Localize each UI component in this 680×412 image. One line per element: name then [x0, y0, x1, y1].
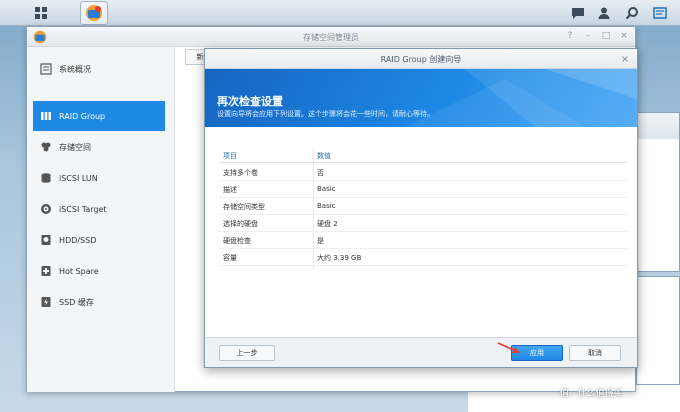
widgets-button[interactable] [650, 3, 670, 23]
row-item: 容量 [223, 254, 237, 262]
cancel-button[interactable]: 取消 [569, 345, 621, 361]
table-row: 描述 Basic [219, 181, 627, 198]
widgets-icon [653, 7, 667, 19]
minimize-icon[interactable]: – [583, 31, 593, 41]
close-icon[interactable]: × [619, 53, 631, 65]
table-row: 选择的硬盘 硬盘 2 [219, 215, 627, 232]
dialog-heading: 再次检查设置 [217, 95, 283, 108]
table-row: 支持多个卷 否 [219, 164, 627, 181]
sidebar-item-hot-spare[interactable]: Hot Spare [33, 256, 165, 286]
table-row: 容量 大约 3.39 GB [219, 249, 627, 266]
user-button[interactable] [594, 3, 614, 23]
row-value: 硬盘 2 [317, 220, 338, 228]
window-title: 存储空间管理员 [303, 33, 359, 42]
dialog-subtitle: 设置向导将会应用下列设置。这个步骤将会花一些时间，请耐心等待。 [217, 110, 434, 118]
iscsi-lun-icon [39, 171, 53, 185]
table-header: 项目 数值 [219, 149, 627, 163]
row-value: Basic [317, 202, 336, 210]
row-value: Basic [317, 185, 336, 193]
sidebar-item-label: iSCSI LUN [59, 173, 98, 183]
background-widget-panel-2 [636, 276, 680, 386]
column-header-value: 数值 [317, 152, 331, 160]
dialog-banner: 再次检查设置 设置向导将会应用下列设置。这个步骤将会花一些时间，请耐心等待。 [205, 69, 637, 127]
chat-icon [572, 8, 584, 19]
sidebar-item-label: RAID Group [59, 111, 106, 121]
sidebar-item-ssd-cache[interactable]: SSD 缓存 [33, 287, 165, 317]
prev-button[interactable]: 上一步 [219, 345, 275, 361]
help-icon[interactable]: ? [565, 31, 575, 41]
sidebar-item-hdd-ssd[interactable]: HDD/SSD [33, 225, 165, 255]
main-menu-icon [35, 7, 47, 19]
chat-button[interactable] [568, 3, 588, 23]
sidebar-item-label: iSCSI Target [59, 204, 107, 214]
background-widget-panel [636, 112, 680, 272]
column-header-item: 项目 [223, 152, 237, 160]
storage-manager-taskbar-button[interactable] [80, 1, 108, 25]
close-icon[interactable]: × [619, 31, 629, 41]
sidebar-item-raid-group[interactable]: RAID Group [33, 101, 165, 131]
storage-manager-icon [86, 5, 102, 21]
sidebar-item-label: SSD 缓存 [59, 297, 94, 307]
row-value: 大约 3.39 GB [317, 254, 362, 262]
row-item: 存储空间类型 [223, 203, 265, 211]
dialog-title: RAID Group 创建向导 [380, 55, 462, 64]
sidebar-item-label: 存储空间 [59, 142, 91, 152]
iscsi-target-icon [39, 202, 53, 216]
sidebar-item-label: HDD/SSD [59, 235, 97, 245]
user-icon [598, 7, 610, 19]
maximize-icon[interactable]: □ [601, 31, 611, 41]
raid-group-wizard-dialog: RAID Group 创建向导 × 再次检查设置 设置向导将会应用下列设置。这个… [204, 48, 638, 368]
sidebar-item-volume[interactable]: 存储空间 [33, 132, 165, 162]
sidebar: 系统概况 RAID Group 存储空间 iSCSI LUN iSCSI Tar… [27, 47, 175, 392]
search-icon [625, 7, 638, 20]
row-item: 硬盘检查 [223, 237, 251, 245]
row-value: 否 [317, 169, 324, 177]
dialog-footer: 上一步 应用 取消 [205, 337, 637, 367]
row-item: 支持多个卷 [223, 169, 258, 177]
hdd-icon [39, 233, 53, 247]
row-value: 是 [317, 237, 324, 245]
row-item: 选择的硬盘 [223, 220, 258, 228]
sidebar-item-iscsi-lun[interactable]: iSCSI LUN [33, 163, 165, 193]
raid-group-icon [39, 109, 53, 123]
sidebar-item-label: 系统概况 [59, 64, 91, 74]
sidebar-item-iscsi-target[interactable]: iSCSI Target [33, 194, 165, 224]
taskbar [0, 0, 680, 26]
window-titlebar[interactable]: 存储空间管理员 ? – □ × [27, 27, 635, 47]
search-button[interactable] [622, 3, 642, 23]
hot-spare-icon [39, 264, 53, 278]
watermark: 值 · 什么值得买 [560, 389, 623, 399]
sidebar-item-overview[interactable]: 系统概况 [33, 54, 165, 84]
dialog-titlebar[interactable]: RAID Group 创建向导 × [205, 49, 637, 69]
table-row: 存储空间类型 Basic [219, 198, 627, 215]
background-widget-header [637, 113, 679, 139]
annotation-arrow-icon [497, 342, 520, 353]
table-row: 硬盘检查 是 [219, 232, 627, 249]
sidebar-item-label: Hot Spare [59, 266, 99, 276]
volume-icon [39, 140, 53, 154]
row-item: 描述 [223, 186, 237, 194]
overview-icon [39, 62, 53, 76]
ssd-cache-icon [39, 295, 53, 309]
main-menu-button[interactable] [27, 1, 55, 25]
